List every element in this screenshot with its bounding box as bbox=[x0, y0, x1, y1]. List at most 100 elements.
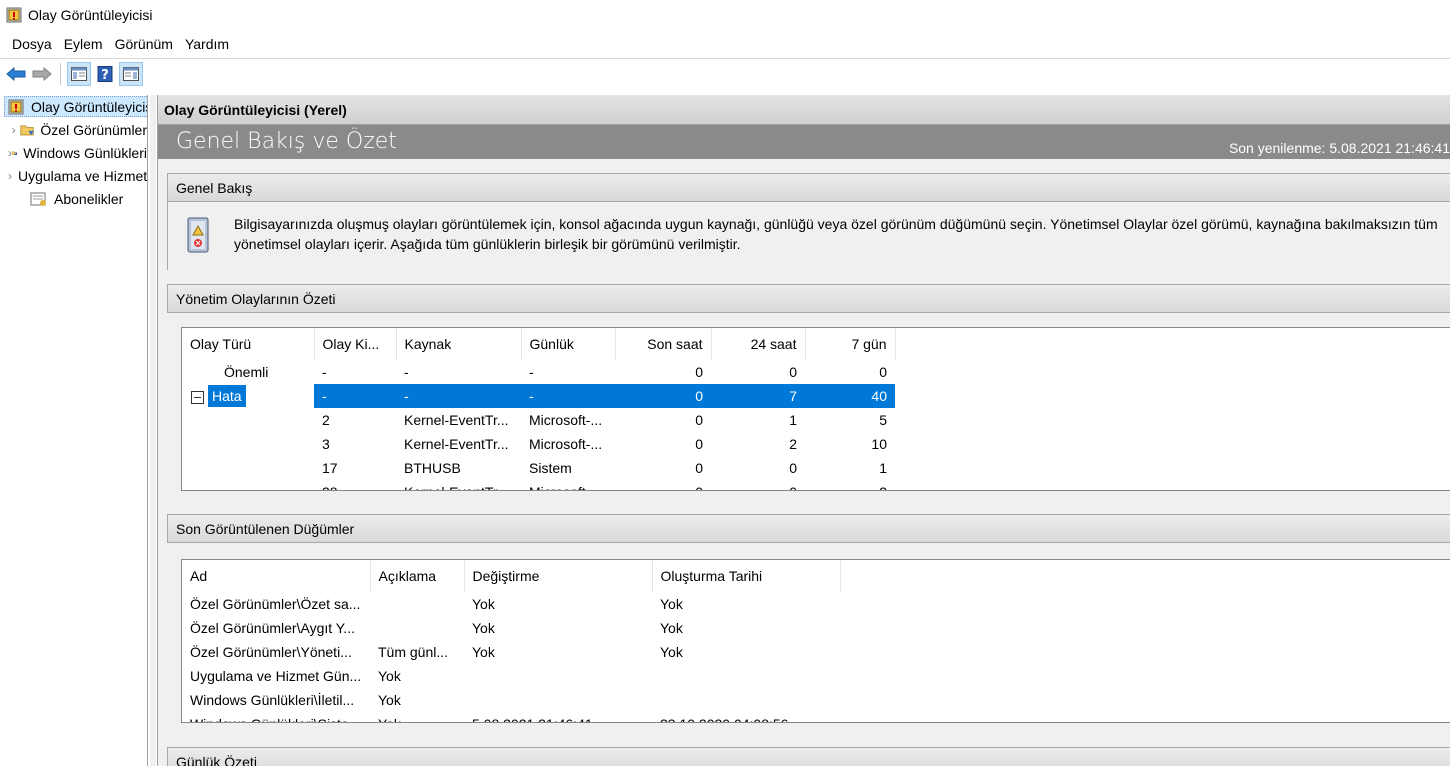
back-button[interactable] bbox=[4, 62, 28, 86]
recent-nodes-header[interactable]: Son Görüntülenen Düğümler bbox=[167, 514, 1450, 543]
tree-item-custom-views[interactable]: › Özel Görünümler bbox=[0, 118, 147, 141]
tree-item-app-service-logs[interactable]: › Uygulama ve Hizmet Günlükleri bbox=[0, 164, 147, 187]
cell-last-hour: 0 bbox=[695, 436, 703, 452]
tree-item-subscriptions[interactable]: Abonelikler bbox=[0, 187, 147, 210]
chevron-right-icon[interactable]: › bbox=[8, 123, 20, 137]
help-icon: ? bbox=[97, 65, 113, 82]
pane-splitter[interactable] bbox=[150, 95, 156, 766]
table-row[interactable]: Özel Görünümler\Yöneti... Tüm günl... Yok Y… bbox=[182, 640, 840, 664]
menu-file[interactable]: Dosya bbox=[6, 36, 58, 52]
col-log[interactable]: Günlük bbox=[521, 328, 616, 360]
col-event-id[interactable]: Olay Ki... bbox=[314, 328, 397, 360]
col-24-hours[interactable]: 24 saat bbox=[711, 328, 806, 360]
forward-button[interactable] bbox=[30, 62, 54, 86]
cell-modified bbox=[464, 688, 652, 712]
table-row[interactable]: Önemli - - - 0 0 0 bbox=[182, 360, 895, 384]
cell-7-days: 1 bbox=[879, 460, 887, 476]
cell-event-id: - bbox=[322, 364, 327, 380]
log-summary-section: Günlük Özeti bbox=[167, 747, 1450, 766]
col-last-hour[interactable]: Son saat bbox=[615, 328, 712, 360]
col-description[interactable]: Açıklama bbox=[370, 560, 465, 592]
cell-name: Özel Görünümler\Özet sa... bbox=[190, 596, 361, 612]
cell-24-hours: 7 bbox=[711, 384, 805, 408]
admin-summary-table: Olay Türü Olay Ki... Kaynak Günlük Son s… bbox=[182, 328, 896, 490]
col-modified[interactable]: Değiştirme bbox=[464, 560, 653, 592]
cell-24-hours: 2 bbox=[789, 436, 797, 452]
cell-event-id: - bbox=[314, 384, 396, 408]
col-name[interactable]: Ad bbox=[182, 560, 371, 592]
show-hide-action-pane-button[interactable] bbox=[119, 61, 143, 86]
cell-event-id: 3 bbox=[322, 436, 330, 452]
cell-last-hour: 0 bbox=[615, 384, 711, 408]
cell-source: Kernel-EventTr... bbox=[404, 436, 509, 452]
cell-modified: Yok bbox=[472, 620, 495, 636]
cell-modified bbox=[464, 664, 652, 688]
admin-summary-section: Yönetim Olaylarının Özeti bbox=[167, 284, 1450, 313]
collapse-icon[interactable] bbox=[191, 390, 204, 404]
event-viewer-icon bbox=[8, 99, 24, 114]
tree-item-root[interactable]: Olay Görüntüleyicisi (Yerel) bbox=[0, 95, 147, 118]
admin-summary-header[interactable]: Yönetim Olaylarının Özeti bbox=[167, 284, 1450, 313]
toolbar-separator bbox=[60, 62, 61, 85]
col-event-type[interactable]: Olay Türü bbox=[182, 328, 315, 360]
overview-body: Bilgisayarınızda oluşmuş olayları görünt… bbox=[167, 202, 1450, 270]
cell-description: Yok bbox=[370, 712, 464, 722]
cell-description: Yok bbox=[378, 668, 401, 684]
main-pane-header: Olay Görüntüleyicisi (Yerel) bbox=[158, 95, 1450, 125]
overview-line-2: yönetimsel olayları içerir. Aşağıda tüm … bbox=[234, 236, 741, 252]
cell-description: Yok bbox=[378, 692, 401, 708]
menu-view[interactable]: Görünüm bbox=[109, 36, 179, 52]
menu-action[interactable]: Eylem bbox=[58, 36, 109, 52]
recent-nodes-section: Son Görüntülenen Düğümler bbox=[167, 514, 1450, 543]
tree-item-windows-logs[interactable]: › Windows Günlükleri bbox=[0, 141, 147, 164]
table-row[interactable]: Hata - - -0 7 40 bbox=[182, 384, 895, 408]
overview-section-header[interactable]: Genel Bakış bbox=[167, 173, 1450, 202]
table-row[interactable]: Özel Görünümler\Aygıt Y... Yok Yok bbox=[182, 616, 840, 640]
cell-name: Uygulama ve Hizmet Gün... bbox=[190, 668, 362, 684]
admin-summary-grid[interactable]: Olay Türü Olay Ki... Kaynak Günlük Son s… bbox=[181, 327, 1450, 491]
cell-last-hour: 0 bbox=[615, 480, 711, 490]
table-row[interactable]: Windows Günlükleri\İletil... Yok bbox=[182, 688, 840, 712]
cell-text: Hata bbox=[208, 385, 246, 407]
cell-log: - bbox=[529, 364, 534, 380]
tree-item-label: Abonelikler bbox=[54, 190, 124, 207]
col-created[interactable]: Oluşturma Tarihi bbox=[652, 560, 841, 592]
table-row[interactable]: Windows Günlükleri\Siste...Yok5.08.2021 … bbox=[182, 712, 840, 722]
cell-7-days: 40 bbox=[805, 384, 895, 408]
tree-item-label: Windows Günlükleri bbox=[23, 144, 147, 161]
log-summary-header[interactable]: Günlük Özeti bbox=[167, 747, 1450, 766]
cell-source: Kernel-EventTr... bbox=[396, 480, 521, 490]
cell-source: - bbox=[404, 364, 409, 380]
tree-item-label: Özel Görünümler bbox=[40, 121, 147, 138]
recent-nodes-grid[interactable]: Ad Açıklama Değiştirme Oluşturma Tarihi … bbox=[181, 559, 1450, 723]
cell-24-hours: 0 bbox=[789, 460, 797, 476]
cell-created: Yok bbox=[660, 620, 683, 636]
last-refresh-text: Son yenilenme: 5.08.2021 21:46:41 bbox=[1228, 140, 1450, 156]
tree-root-label: Olay Görüntüleyicisi (Yerel) bbox=[31, 98, 148, 115]
menu-help[interactable]: Yardım bbox=[179, 36, 235, 52]
recent-nodes-table: Ad Açıklama Değiştirme Oluşturma Tarihi … bbox=[182, 560, 841, 722]
cell-name: Özel Görünümler\Aygıt Y... bbox=[190, 620, 355, 636]
col-7-days[interactable]: 7 gün bbox=[805, 328, 896, 360]
show-hide-console-tree-button[interactable] bbox=[67, 61, 91, 86]
overview-banner: Genel Bakış ve Özet Son yenilenme: 5.08.… bbox=[158, 125, 1450, 159]
table-row[interactable]: 2 Kernel-EventTr... Microsoft-... 0 1 5 bbox=[182, 408, 895, 432]
cell-event-type: Önemli bbox=[224, 364, 269, 380]
toolbar: ? bbox=[0, 58, 1450, 88]
forward-icon bbox=[32, 66, 52, 81]
cell-24-hours: 0 bbox=[711, 480, 805, 490]
cell-modified: Yok bbox=[472, 644, 495, 660]
table-row[interactable]: Uygulama ve Hizmet Gün... Yok bbox=[182, 664, 840, 688]
table-row[interactable]: 3 Kernel-EventTr... Microsoft-... 0 2 10 bbox=[182, 432, 895, 456]
cell-event-id: 17 bbox=[322, 460, 338, 476]
col-source[interactable]: Kaynak bbox=[396, 328, 522, 360]
window-title: Olay Görüntüleyicisi bbox=[28, 7, 153, 23]
table-row[interactable]: Özel Görünümler\Özet sa... Yok Yok bbox=[182, 592, 840, 616]
help-button[interactable]: ? bbox=[93, 62, 117, 86]
table-row[interactable]: 28Kernel-EventTr...Microsoft-...002 bbox=[182, 480, 895, 490]
console-tree: Olay Görüntüleyicisi (Yerel) › Özel Görü… bbox=[0, 95, 148, 766]
chevron-right-icon[interactable]: › bbox=[8, 169, 12, 183]
cell-24-hours: 0 bbox=[789, 364, 797, 380]
show-hide-action-pane-icon bbox=[123, 66, 139, 81]
table-row[interactable]: 17 BTHUSB Sistem 0 0 1 bbox=[182, 456, 895, 480]
